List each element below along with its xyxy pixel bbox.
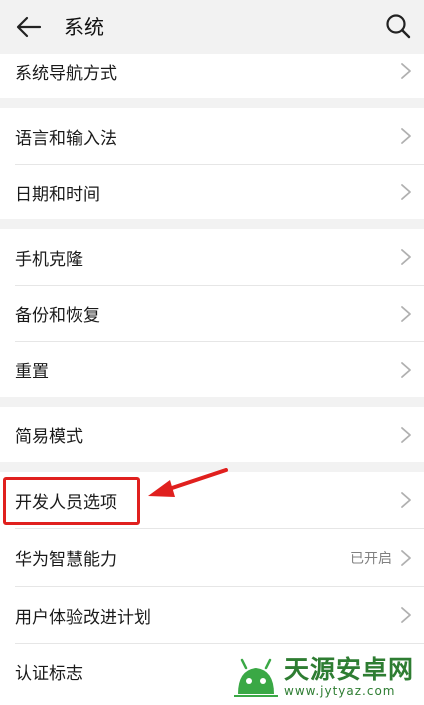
- status-text: 已开启: [350, 550, 392, 567]
- chevron-right-icon: [401, 549, 411, 566]
- annotation-arrow-icon: [148, 468, 228, 497]
- chevron-right-icon: [401, 128, 411, 144]
- android-logo-icon: [234, 658, 278, 697]
- chevron-right-icon: [401, 184, 411, 200]
- watermark-title: 天源安卓网: [284, 655, 415, 684]
- list-item-reset[interactable]: 重置: [0, 342, 424, 397]
- settings-group-language: 语言和输入法 日期和时间: [0, 108, 424, 219]
- list-item-phone-clone[interactable]: 手机克隆: [0, 229, 424, 285]
- chevron-right-icon: [401, 426, 411, 443]
- list-item-label: 系统导航方式: [15, 63, 117, 84]
- annotation-highlight-box: [3, 477, 140, 525]
- chevron-right-icon: [401, 249, 411, 265]
- list-item-system-navigation[interactable]: 系统导航方式: [0, 54, 424, 88]
- search-button[interactable]: [382, 10, 414, 42]
- list-item-simple-mode[interactable]: 简易模式: [0, 407, 424, 462]
- settings-group-navigation: 系统导航方式: [0, 54, 424, 98]
- list-item-label: 日期和时间: [15, 184, 100, 205]
- settings-group-simple-mode: 简易模式: [0, 407, 424, 462]
- chevron-right-icon: [401, 361, 411, 378]
- list-item-label: 重置: [15, 362, 49, 382]
- list-item-label: 语言和输入法: [15, 128, 117, 149]
- chevron-right-icon: [401, 492, 411, 508]
- chevron-right-icon: [401, 607, 411, 623]
- watermark: 天源安卓网 www.jytyaz.com: [232, 654, 422, 700]
- list-item-date-time[interactable]: 日期和时间: [0, 165, 424, 219]
- search-icon: [386, 14, 411, 39]
- arrow-left-icon: [16, 16, 42, 38]
- back-button[interactable]: [12, 11, 46, 43]
- list-item-huawei-assistant[interactable]: 华为智慧能力 已开启: [0, 529, 424, 586]
- list-item-label: 认证标志: [15, 664, 83, 684]
- watermark-url: www.jytyaz.com: [284, 684, 396, 698]
- list-item-language-input[interactable]: 语言和输入法: [0, 108, 424, 164]
- list-item-label: 手机克隆: [15, 249, 83, 270]
- list-item-label: 备份和恢复: [15, 306, 100, 326]
- page-title: 系统: [64, 15, 104, 39]
- list-item-user-experience[interactable]: 用户体验改进计划: [0, 587, 424, 643]
- chevron-right-icon: [401, 63, 411, 79]
- list-item-label: 用户体验改进计划: [15, 607, 151, 628]
- list-item-label: 简易模式: [15, 427, 83, 447]
- top-app-bar: 系统: [0, 0, 424, 54]
- settings-group-backup: 手机克隆 备份和恢复 重置: [0, 229, 424, 397]
- list-item-label: 华为智慧能力: [15, 550, 117, 570]
- list-item-backup-restore[interactable]: 备份和恢复: [0, 286, 424, 341]
- chevron-right-icon: [401, 305, 411, 322]
